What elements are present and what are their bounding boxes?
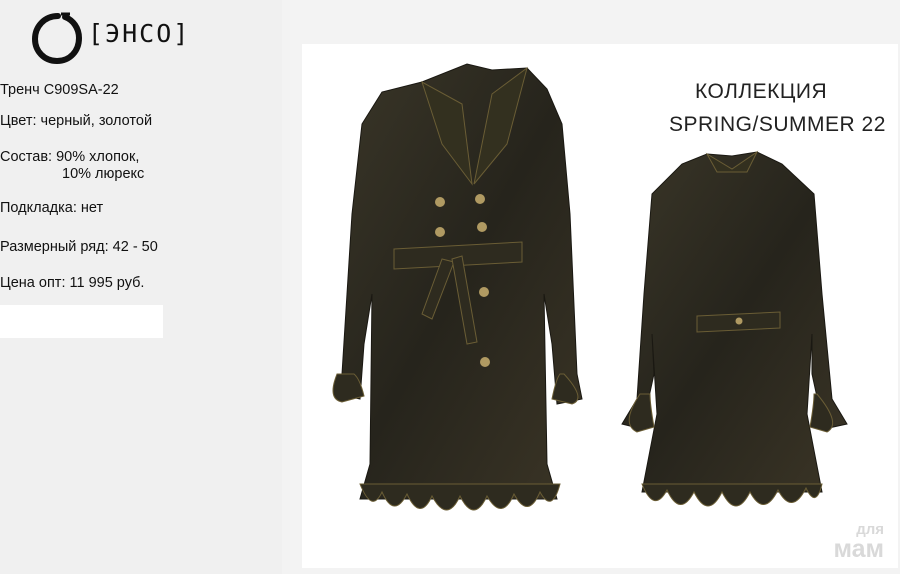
collection-season: SPRING/SUMMER 22 xyxy=(669,113,886,136)
back-coat-image xyxy=(621,150,848,507)
product-info-panel: [ЭНСО] Тренч C909SA-22 Цвет: черный, зол… xyxy=(0,0,282,574)
product-color: Цвет: черный, золотой xyxy=(0,113,153,129)
product-name: Тренч C909SA-22 xyxy=(0,82,119,98)
watermark-line2: мам xyxy=(833,535,884,563)
white-box xyxy=(0,305,163,338)
product-price: Цена опт: 11 995 руб. xyxy=(0,275,145,291)
product-lining: Подкладка: нет xyxy=(0,200,104,216)
product-composition: Состав: 90% хлопок, xyxy=(0,149,140,165)
watermark: для мам xyxy=(833,522,884,562)
collection-title: КОЛЛЕКЦИЯ xyxy=(695,80,828,103)
product-sizes: Размерный ряд: 42 - 50 xyxy=(0,239,158,255)
front-coat-image xyxy=(332,63,583,511)
product-photo-frame: КОЛЛЕКЦИЯ SPRING/SUMMER 22 для мам xyxy=(302,44,898,568)
brand-logo: [ЭНСО] xyxy=(30,9,230,65)
product-composition-cont: 10% люрекс xyxy=(62,166,145,182)
logo-text: [ЭНСО] xyxy=(88,19,191,48)
